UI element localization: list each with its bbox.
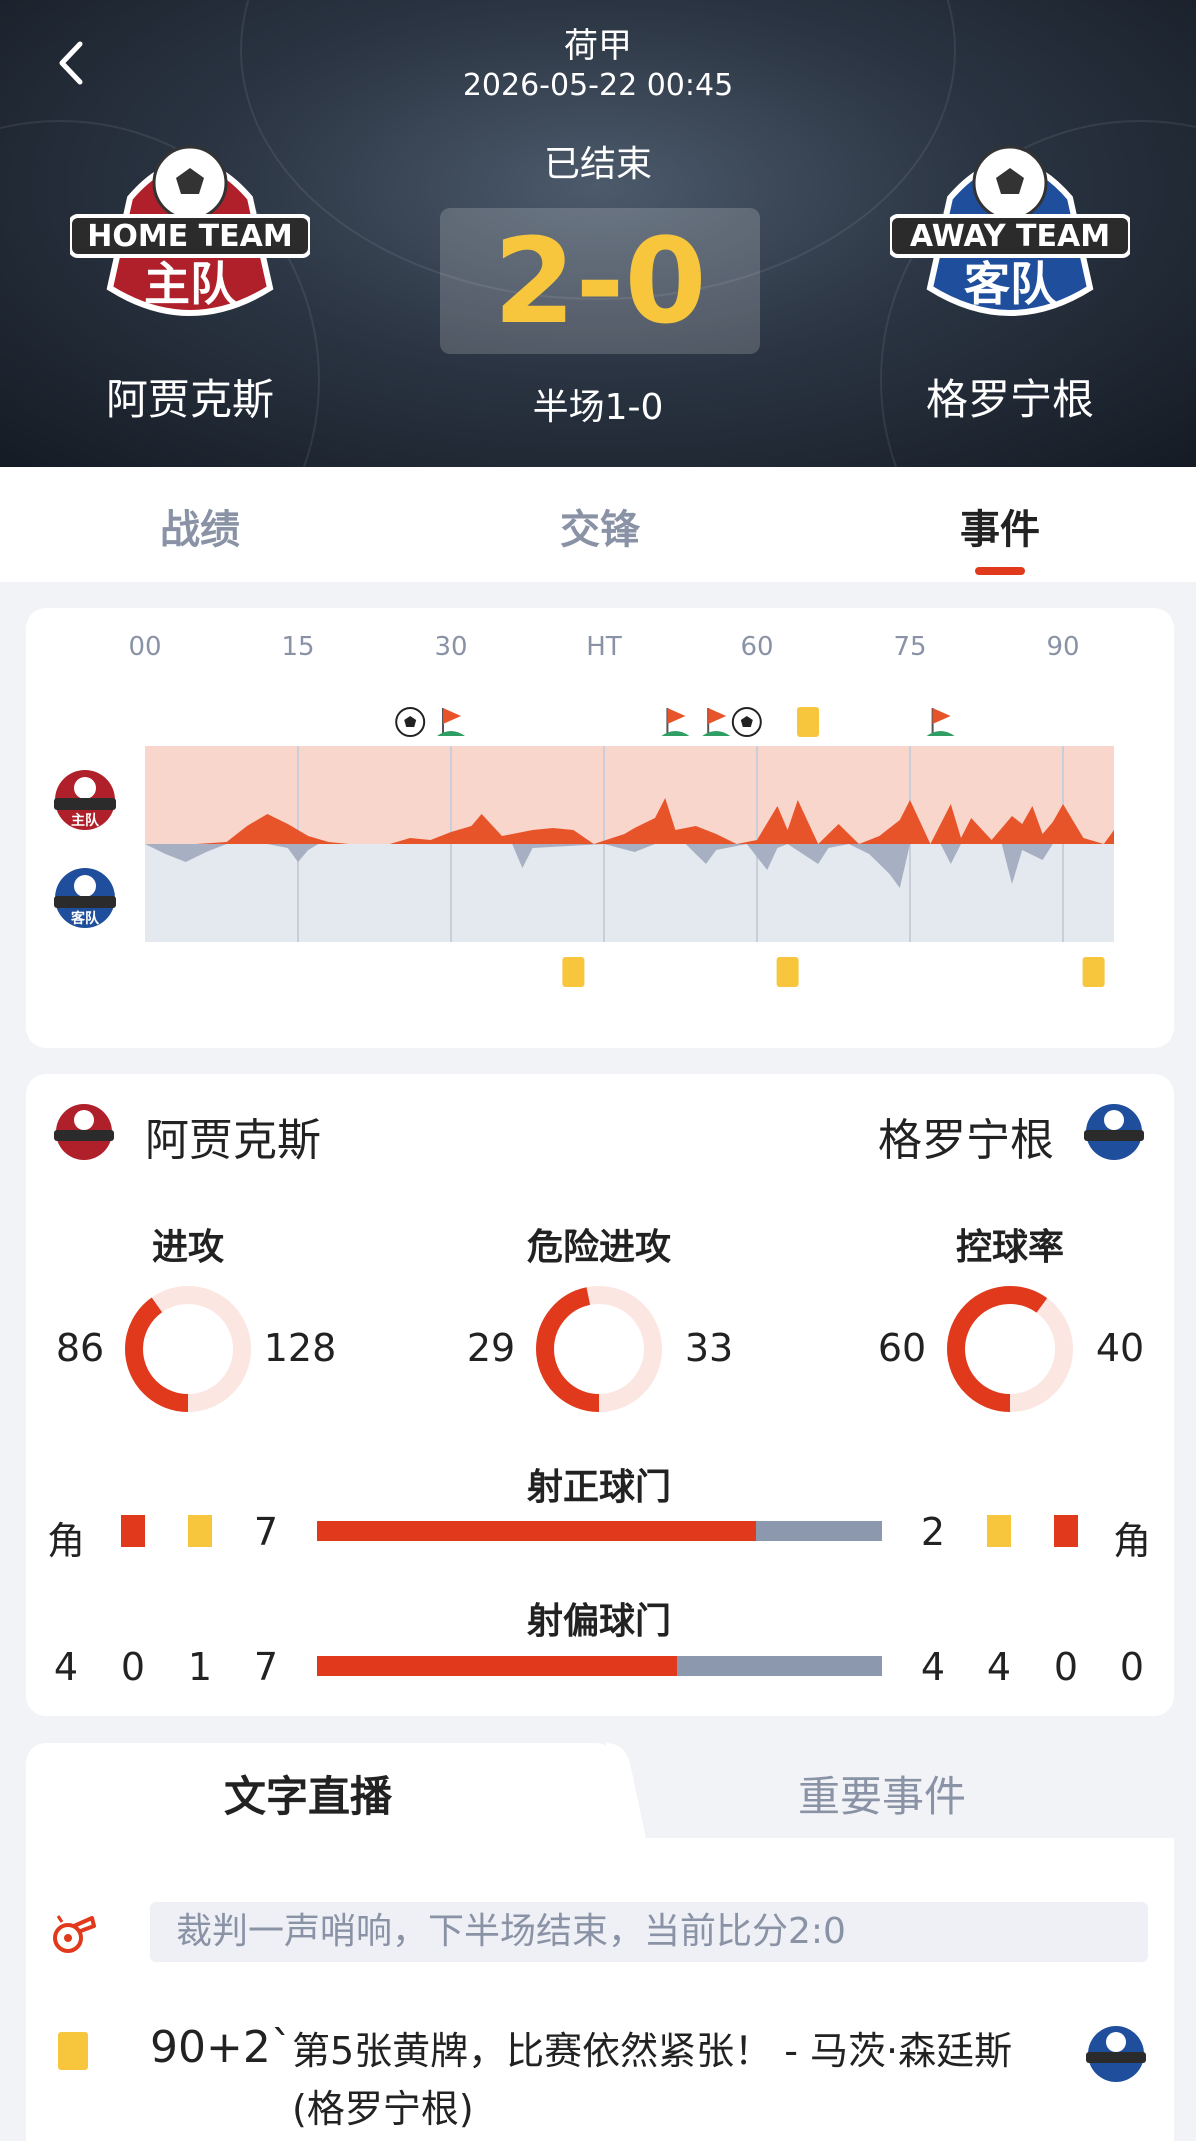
yellow-card-icon [987, 1515, 1011, 1547]
shots-off-away-bar [676, 1656, 882, 1676]
stat-title-shots-off-target: 射偏球门 [526, 1601, 671, 1642]
stat-title-dangerous-attack: 危险进攻 [526, 1227, 671, 1268]
away-shots-off-value: 4 [920, 1645, 946, 1689]
danger-home-value: 29 [466, 1326, 516, 1370]
red-card-icon [1054, 1515, 1078, 1547]
svg-text:客队: 客队 [70, 910, 100, 927]
event-minute: 90+2` [150, 2022, 293, 2073]
corner-flag-icon [702, 708, 731, 736]
yellow-card-icon [1082, 957, 1105, 987]
tab-key-events[interactable]: 重要事件 [798, 1763, 966, 1824]
timeline-label: 00 [128, 632, 162, 662]
tab-curve [606, 1743, 646, 1839]
live-ticker-text: 裁判一声哨响，下半场结束，当前比分2:0 [150, 1902, 1148, 1962]
yellow-card-icon [797, 707, 819, 737]
timeline-label: 75 [893, 632, 927, 662]
timeline-label: 60 [740, 632, 774, 662]
tab-record[interactable]: 战绩 [100, 497, 300, 555]
stat-title-possession: 控球率 [955, 1227, 1064, 1268]
danger-away-value: 33 [684, 1326, 734, 1370]
svg-text:客队: 客队 [964, 257, 1057, 311]
tab-head-to-head[interactable]: 交锋 [500, 497, 700, 555]
possession-home-value: 60 [877, 1326, 927, 1370]
yellow-card-icon [188, 1515, 212, 1547]
whistle-icon [53, 1915, 96, 1953]
away-shots-on-value: 2 [920, 1510, 946, 1554]
tab-events[interactable]: 事件 [900, 497, 1100, 555]
attack-away-value: 128 [263, 1326, 337, 1370]
match-score: 2-0 [440, 208, 760, 354]
away-team-event-icon [1086, 2026, 1146, 2082]
yellow-card-icon [562, 957, 585, 987]
away-corners-count: 0 [1119, 1645, 1145, 1689]
away-team-crest[interactable]: AWAY TEAM 客队 [890, 138, 1130, 338]
attack-home-value: 86 [55, 1326, 105, 1370]
corner-flag-icon [926, 708, 955, 736]
momentum-chart: 主队 客队 [54, 707, 1114, 987]
detail-tabs: 战绩 交锋 事件 [0, 467, 1196, 582]
stat-title-shots-on-target: 射正球门 [526, 1467, 671, 1508]
corner-flag-icon [437, 708, 465, 736]
away-yellow-count: 4 [986, 1645, 1012, 1689]
event-description: 第5张黄牌，比赛依然紧张！ - 马茨·森廷斯(格罗宁根) [292, 2029, 1013, 2131]
corner-flag-icon [661, 708, 690, 736]
attack-ring-chart [125, 1286, 251, 1412]
shots-off-home-bar [317, 1656, 677, 1676]
yellow-card-icon [776, 957, 799, 987]
home-corners-count: 4 [53, 1645, 79, 1689]
home-team-crest[interactable]: HOME TEAM 主队 [70, 138, 310, 338]
stats-away-team: 格罗宁根 [878, 1115, 1054, 1166]
tab-text-live[interactable]: 文字直播 [224, 1763, 392, 1824]
stat-title-attack: 进攻 [151, 1227, 224, 1268]
timeline-label: 30 [434, 632, 468, 662]
home-red-count: 0 [120, 1645, 146, 1689]
goal-ball-icon [731, 707, 762, 737]
home-yellow-count: 1 [187, 1645, 213, 1689]
live-tabs: 文字直播 重要事件 [26, 1743, 1174, 1839]
shots-on-home-bar [317, 1521, 757, 1541]
svg-text:主队: 主队 [144, 257, 237, 311]
timeline-label: 15 [281, 632, 315, 662]
goal-ball-icon [395, 707, 426, 737]
match-header: 荷甲 2026-05-22 00:45 已结束 2-0 半场1-0 HOME T… [0, 0, 1196, 467]
svg-text:AWAY TEAM: AWAY TEAM [910, 219, 1110, 254]
red-card-icon [121, 1515, 145, 1547]
home-corner-label: 角 [46, 1519, 85, 1563]
home-mini-crest: 主队 [54, 770, 116, 830]
match-datetime: 2026-05-22 00:45 [462, 68, 734, 103]
away-momentum-bg [145, 844, 1114, 942]
timeline-label: HT [586, 632, 622, 662]
possession-away-value: 40 [1095, 1326, 1145, 1370]
svg-text:主队: 主队 [71, 812, 100, 829]
away-corner-label: 角 [1112, 1519, 1151, 1563]
away-team-name[interactable]: 格罗宁根 [860, 366, 1160, 427]
away-stats-crest-icon [1084, 1104, 1144, 1160]
home-stats-crest-icon [54, 1104, 114, 1160]
league-name: 荷甲 [564, 26, 632, 66]
yellow-card-icon [58, 2032, 88, 2070]
home-team-name[interactable]: 阿贾克斯 [40, 366, 340, 427]
shots-on-away-bar [756, 1521, 882, 1541]
away-mini-crest: 客队 [54, 868, 116, 928]
svg-text:HOME TEAM: HOME TEAM [87, 219, 292, 254]
active-tab-indicator [975, 567, 1025, 575]
dangerous-attack-ring-chart [536, 1286, 662, 1412]
home-shots-on-value: 7 [253, 1510, 279, 1554]
stats-home-team: 阿贾克斯 [145, 1115, 321, 1166]
away-red-count: 0 [1053, 1645, 1079, 1689]
home-shots-off-value: 7 [253, 1645, 279, 1689]
possession-ring-chart [947, 1286, 1073, 1412]
timeline-label: 90 [1046, 632, 1080, 662]
